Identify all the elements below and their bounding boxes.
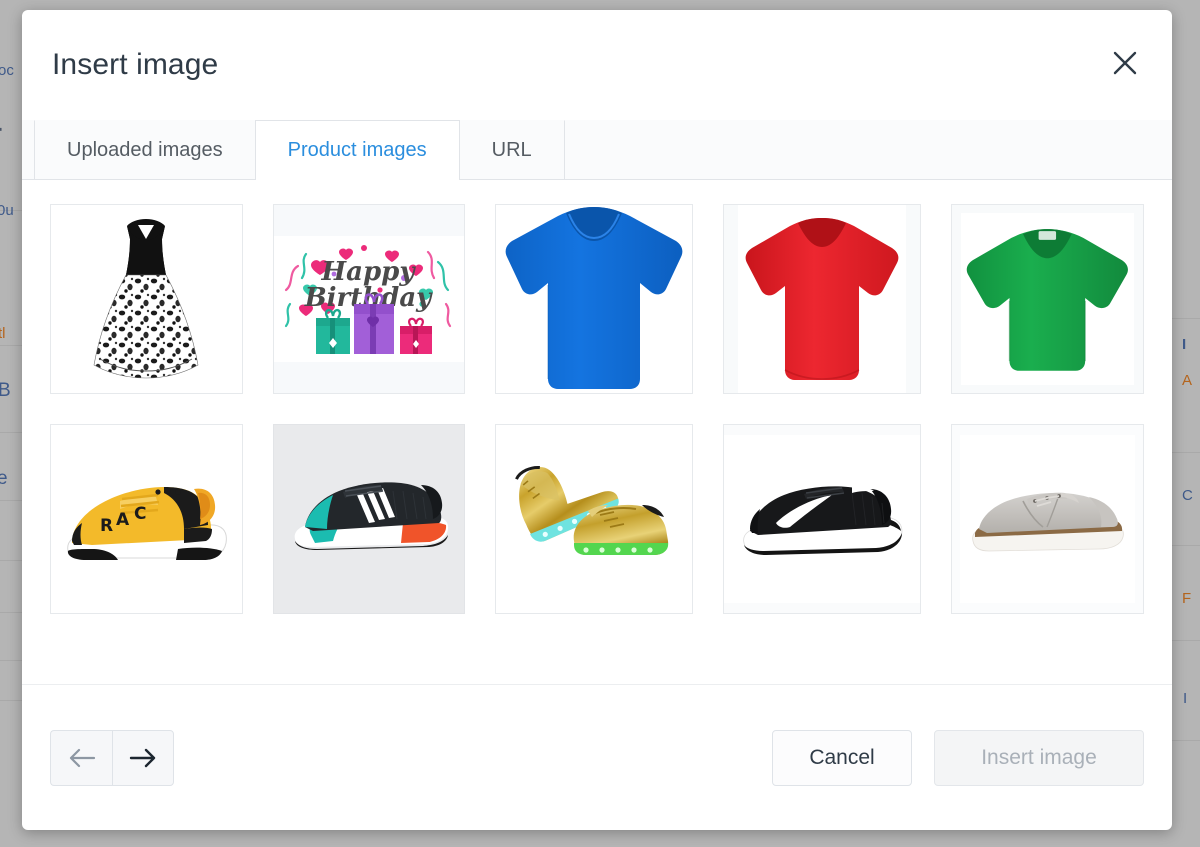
background-right-strip: I A C F I — [1172, 0, 1200, 847]
svg-text:A: A — [116, 510, 130, 530]
close-icon[interactable] — [1104, 42, 1146, 84]
insert-image-modal: Insert image Uploaded images Product ima… — [22, 10, 1172, 830]
background-text-fragment: 0u — [0, 202, 14, 219]
cancel-button[interactable]: Cancel — [772, 729, 912, 786]
tab-uploaded-images[interactable]: Uploaded images — [34, 120, 256, 179]
gallery-item-black-running-shoe[interactable] — [272, 424, 466, 614]
arrow-left-icon — [69, 748, 95, 767]
gallery-item-black-nike-sneaker[interactable] — [723, 424, 922, 614]
background-text-fragment: B — [0, 380, 11, 401]
tab-label: URL — [491, 138, 532, 161]
arrow-right-icon — [129, 748, 156, 767]
background-left-strip: oc ▪ 0u tl B e — [0, 0, 22, 847]
previous-page-button[interactable] — [50, 729, 112, 786]
gallery-item-gold-led-sneakers[interactable] — [495, 424, 694, 614]
insert-image-button[interactable]: Insert image — [934, 729, 1144, 786]
modal-header: Insert image — [22, 10, 1172, 120]
image-gallery: Happy Birthday R A C — [22, 180, 1172, 684]
page-title: Insert image — [52, 48, 219, 81]
gallery-item-black-white-floral-dress[interactable] — [50, 204, 243, 394]
background-text-fragment: F — [1182, 590, 1192, 607]
background-text-fragment: I — [1182, 336, 1187, 353]
svg-text:R: R — [100, 516, 113, 536]
tab-label: Product images — [287, 138, 427, 161]
svg-text:C: C — [134, 504, 146, 524]
pagination-controls — [50, 729, 174, 786]
gallery-item-green-t-shirt[interactable] — [951, 204, 1144, 394]
background-text-fragment: I — [1183, 690, 1188, 707]
footer-actions: Cancel Insert image — [772, 729, 1144, 786]
tab-product-images[interactable]: Product images — [254, 120, 460, 180]
gallery-item-red-t-shirt[interactable] — [723, 204, 922, 394]
tab-url[interactable]: URL — [458, 120, 565, 179]
tab-label: Uploaded images — [67, 138, 223, 161]
background-text-fragment: ▪ — [0, 122, 3, 136]
background-text-fragment: tl — [0, 325, 6, 342]
gallery-item-happy-birthday-card[interactable]: Happy Birthday — [272, 204, 466, 394]
image-grid: Happy Birthday R A C — [50, 204, 1144, 614]
background-text-fragment: C — [1182, 487, 1193, 504]
background-text-fragment: A — [1182, 372, 1193, 389]
background-text-fragment: oc — [0, 62, 14, 79]
gallery-item-yellow-sneaker[interactable]: R A C — [50, 424, 243, 614]
modal-footer: Cancel Insert image — [22, 684, 1172, 830]
tab-bar: Uploaded images Product images URL — [22, 120, 1172, 180]
gallery-item-blue-t-shirt[interactable] — [495, 204, 694, 394]
next-page-button[interactable] — [112, 729, 174, 786]
gallery-item-gray-oxford-shoe[interactable] — [951, 424, 1144, 614]
background-text-fragment: e — [0, 468, 8, 489]
